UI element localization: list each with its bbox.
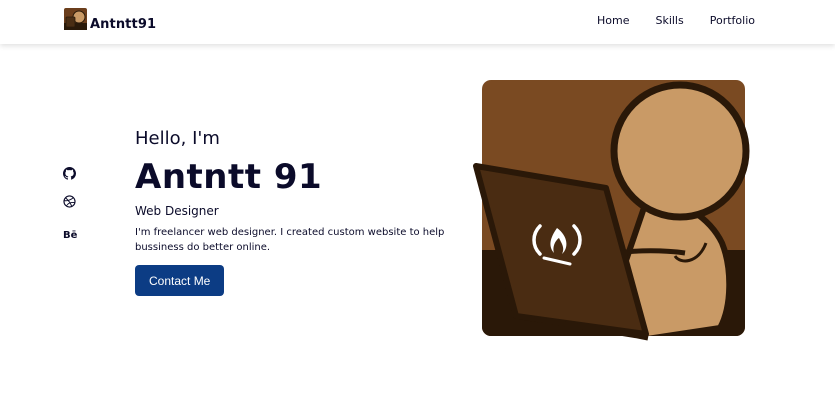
dribbble-icon: [63, 195, 76, 208]
main-nav: Home Skills Portfolio: [597, 14, 755, 27]
portrait-avatar-icon: [64, 8, 87, 30]
person-with-laptop-illustration: [473, 80, 750, 341]
behance-icon: Bē: [63, 230, 78, 241]
dribbble-link[interactable]: [63, 195, 77, 209]
hero-intro: Hello, I'm Antntt 91 Web Designer I'm fr…: [135, 128, 455, 296]
behance-link[interactable]: Bē: [63, 223, 77, 241]
hero-illustration: [470, 78, 755, 343]
social-links: Bē: [63, 167, 77, 241]
nav-portfolio[interactable]: Portfolio: [710, 14, 755, 27]
hero-description: I'm freelancer web designer. I created c…: [135, 227, 445, 253]
site-header: Antntt91 Home Skills Portfolio: [0, 0, 835, 44]
nav-skills[interactable]: Skills: [655, 14, 683, 27]
hero-name: Antntt 91: [135, 157, 323, 197]
hero-role: Web Designer: [135, 204, 219, 218]
hero-greeting: Hello, I'm: [135, 128, 220, 149]
contact-me-button[interactable]: Contact Me: [135, 265, 225, 296]
github-link[interactable]: [63, 167, 77, 181]
nav-home[interactable]: Home: [597, 14, 629, 27]
brand-logo-link[interactable]: Antntt91: [64, 8, 157, 32]
brand-name: Antntt91: [90, 17, 157, 32]
github-icon: [63, 167, 76, 180]
